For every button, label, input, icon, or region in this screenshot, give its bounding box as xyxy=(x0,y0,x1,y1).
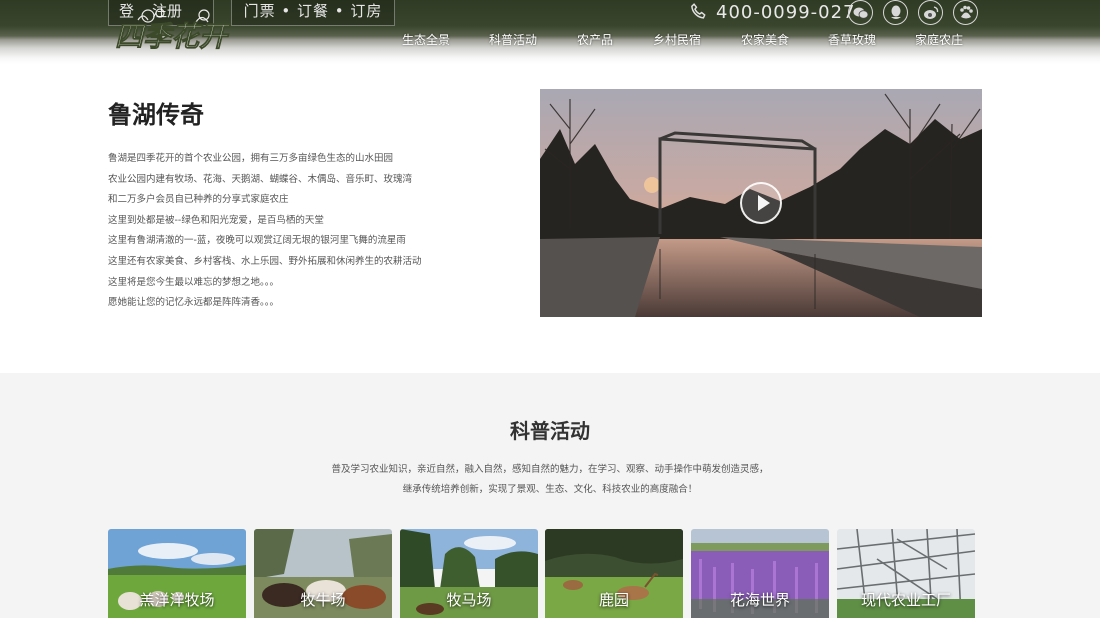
booking-link[interactable]: 门票 • 订餐 • 订房 xyxy=(231,0,395,26)
activity-card-sheep[interactable]: 羔洋洋牧场 xyxy=(108,529,246,618)
nav-item-products[interactable]: 农产品 xyxy=(577,31,613,48)
science-section: 科普活动 普及学习农业知识，亲近自然，融入自然，感知自然的魅力，在学习、观察、动… xyxy=(0,373,1100,618)
baidu-icon[interactable] xyxy=(953,0,978,25)
qq-icon[interactable] xyxy=(883,0,908,25)
legend-line: 和二万多户会员自已种养的分享式家庭农庄 xyxy=(108,194,289,206)
phone-icon xyxy=(691,3,706,19)
legend-line: 这里将是您今生最以难忘的梦想之地。。。 xyxy=(108,276,280,288)
social-links xyxy=(848,0,978,25)
legend-line: 这里还有农家美食、乡村客栈、水上乐园、野外拓展和休闲养生的农耕活动 xyxy=(108,255,422,267)
nav-item-science[interactable]: 科普活动 xyxy=(489,31,537,48)
science-description: 普及学习农业知识，亲近自然，融入自然，感知自然的魅力，在学习、观察、动手操作中萌… xyxy=(0,460,1100,500)
wechat-icon[interactable] xyxy=(848,0,873,25)
video-player[interactable] xyxy=(540,89,982,317)
card-label: 现代农业工厂 xyxy=(860,591,951,609)
logo[interactable]: 四季花开 xyxy=(108,6,234,58)
nav-item-rose[interactable]: 香草玫瑰 xyxy=(828,31,876,48)
nav-item-homestay[interactable]: 乡村民宿 xyxy=(653,31,701,48)
weibo-icon[interactable] xyxy=(918,0,943,25)
phone-number: 400-0099-027 xyxy=(716,1,856,23)
legend-line: 鲁湖是四季花开的首个农业公园，拥有三万多亩绿色生态的山水田园 xyxy=(108,153,394,164)
legend-line: 农业公园内建有牧场、花海、天鹅湖、蝴蝶谷、木偶岛、音乐町、玫瑰湾 xyxy=(108,173,413,185)
science-desc-line: 普及学习农业知识，亲近自然，融入自然，感知自然的魅力，在学习、观察、动手操作中萌… xyxy=(331,464,769,475)
activity-card-flowers[interactable]: 花海世界 xyxy=(691,529,829,618)
logo-text: 四季花开 xyxy=(115,20,231,53)
section-title-legend: 鲁湖传奇 xyxy=(108,101,204,129)
card-label: 牧马场 xyxy=(446,591,492,609)
legend-line: 这里到处都是被--绿色和阳光宠爱，是百鸟栖的天堂 xyxy=(108,214,324,226)
legend-line: 愿她能让您的记忆永远都是阵阵清香。。。 xyxy=(108,297,280,309)
activity-card-cattle[interactable]: 牧牛场 xyxy=(254,529,392,618)
activity-card-factory[interactable]: 现代农业工厂 xyxy=(837,529,975,618)
card-label: 羔洋洋牧场 xyxy=(139,591,215,609)
play-icon[interactable] xyxy=(740,182,782,224)
hotline[interactable]: 400-0099-027 xyxy=(688,0,856,24)
nav-item-farm[interactable]: 家庭农庄 xyxy=(915,31,963,48)
science-desc-line: 继承传统培养创新，实现了景观、生态、文化、科技农业的高度融合！ xyxy=(402,484,698,495)
section-title-science: 科普活动 xyxy=(510,419,590,443)
legend-line: 这里有鲁湖清澈的一-蓝，夜晚可以观赏辽阔无垠的银河里飞舞的流星雨 xyxy=(108,235,406,247)
card-label: 牧牛场 xyxy=(300,591,346,609)
legend-text: 鲁湖是四季花开的首个农业公园，拥有三万多亩绿色生态的山水田园 农业公园内建有牧场… xyxy=(108,152,422,317)
card-label: 花海世界 xyxy=(729,591,790,609)
activity-card-deer[interactable]: 鹿园 xyxy=(545,529,683,618)
activity-card-horse[interactable]: 牧马场 xyxy=(400,529,538,618)
site-header: 登注册 门票 • 订餐 • 订房 四季花开 400-0099-027 生态全景 … xyxy=(0,0,1100,64)
nav-item-food[interactable]: 农家美食 xyxy=(741,31,789,48)
nav-item-panorama[interactable]: 生态全景 xyxy=(402,31,450,48)
card-label: 鹿园 xyxy=(598,591,629,609)
